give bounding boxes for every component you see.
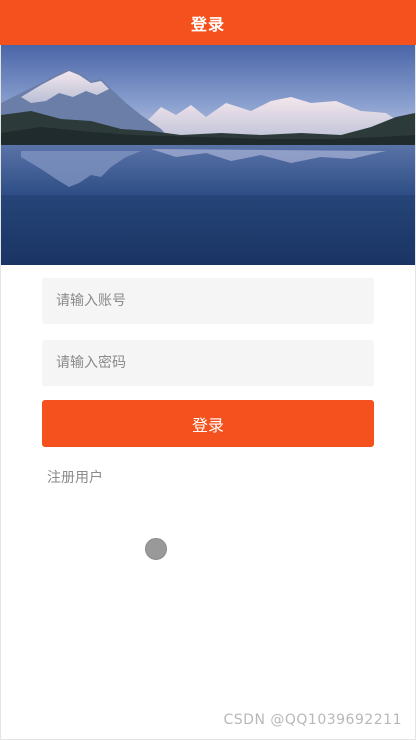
login-button[interactable]: 登录: [42, 400, 374, 447]
banner-image: [1, 45, 415, 265]
register-link[interactable]: 注册用户: [47, 467, 103, 487]
mountain-lake-image: [1, 45, 415, 265]
watermark: CSDN @QQ1039692211: [223, 712, 402, 728]
top-bar: 登录: [0, 0, 416, 45]
touch-cursor-icon: [145, 538, 167, 560]
account-input[interactable]: [42, 278, 374, 324]
page-title: 登录: [190, 14, 225, 34]
password-input[interactable]: [42, 340, 374, 386]
